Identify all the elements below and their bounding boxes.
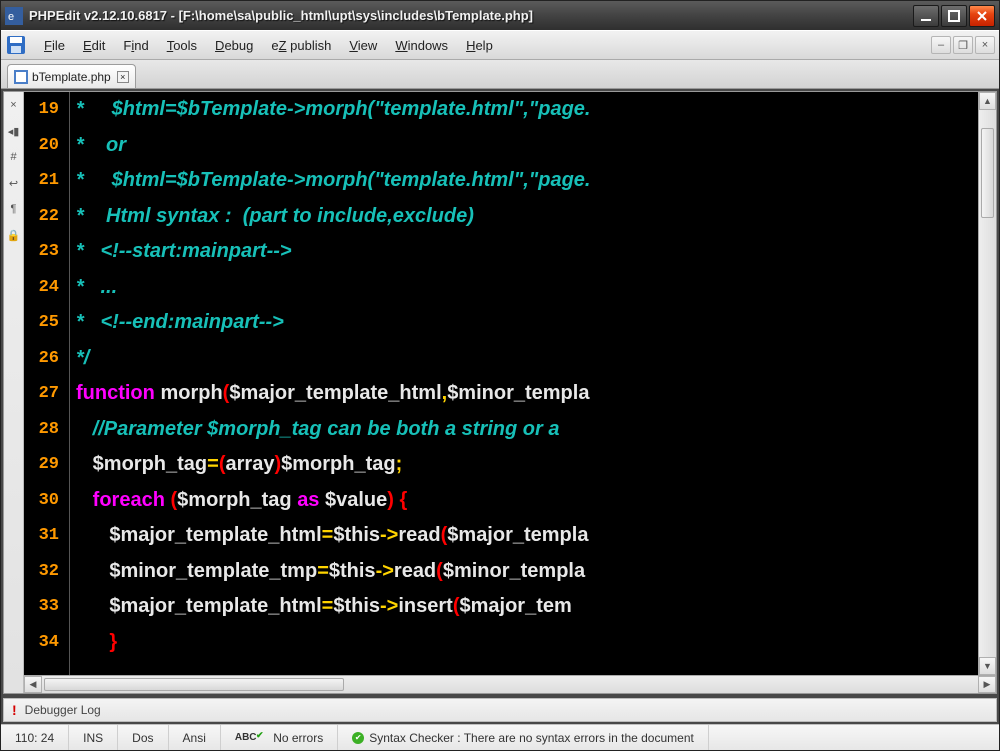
- status-insert-mode: INS: [69, 725, 118, 750]
- line-number: 22: [24, 199, 59, 235]
- strip-hash[interactable]: #: [7, 150, 21, 164]
- strip-bookmark[interactable]: ◂▮: [7, 124, 21, 138]
- strip-pilcrow[interactable]: ¶: [7, 202, 21, 216]
- scroll-down-icon[interactable]: ▼: [979, 657, 996, 675]
- line-number: 32: [24, 554, 59, 590]
- status-position: 110: 24: [1, 725, 69, 750]
- svg-text:e: e: [8, 11, 14, 23]
- titlebar[interactable]: e PHPEdit v2.12.10.6817 - [F:\home\sa\pu…: [1, 1, 999, 30]
- code-line[interactable]: * <!--end:mainpart-->: [76, 305, 978, 341]
- php-file-icon: [14, 70, 28, 84]
- minimize-button[interactable]: [913, 5, 939, 27]
- code-line[interactable]: * Html syntax : (part to include,exclude…: [76, 199, 978, 235]
- horizontal-scrollbar[interactable]: ◀ ▶: [24, 675, 996, 693]
- menu-file[interactable]: File: [35, 35, 74, 56]
- app-icon: e: [5, 7, 23, 25]
- menu-debug[interactable]: Debug: [206, 35, 262, 56]
- checkmark-icon: ✔: [352, 732, 364, 744]
- scroll-up-icon[interactable]: ▲: [979, 92, 996, 110]
- line-gutter: 19202122232425262728293031323334: [24, 92, 70, 675]
- code-line[interactable]: $major_template_html=$this->insert($majo…: [76, 589, 978, 625]
- code-wrapper: 19202122232425262728293031323334 * $html…: [24, 92, 996, 693]
- code-line[interactable]: * $html=$bTemplate->morph("template.html…: [76, 92, 978, 128]
- save-icon[interactable]: [5, 34, 27, 56]
- line-number: 27: [24, 376, 59, 412]
- mdi-controls: – ❐ ×: [931, 36, 995, 54]
- line-number: 19: [24, 92, 59, 128]
- debugger-label: Debugger Log: [25, 703, 101, 717]
- menu-windows[interactable]: Windows: [386, 35, 457, 56]
- code-line[interactable]: */: [76, 341, 978, 377]
- editor-left-strip: × ◂▮ # ↩ ¶ 🔒: [4, 92, 24, 693]
- editor-area: × ◂▮ # ↩ ¶ 🔒 192021222324252627282930313…: [3, 91, 997, 694]
- mdi-restore[interactable]: ❐: [953, 36, 973, 54]
- scroll-right-icon[interactable]: ▶: [978, 676, 996, 693]
- tab-label: bTemplate.php: [32, 70, 111, 84]
- line-number: 31: [24, 518, 59, 554]
- status-encoding: Ansi: [169, 725, 221, 750]
- code-line[interactable]: }: [76, 625, 978, 661]
- code-line[interactable]: $morph_tag=(array)$morph_tag;: [76, 447, 978, 483]
- line-number: 23: [24, 234, 59, 270]
- line-number: 30: [24, 483, 59, 519]
- code-line[interactable]: foreach ($morph_tag as $value) {: [76, 483, 978, 519]
- code-line[interactable]: * $html=$bTemplate->morph("template.html…: [76, 163, 978, 199]
- status-line-ending: Dos: [118, 725, 168, 750]
- code-line[interactable]: //Parameter $morph_tag can be both a str…: [76, 412, 978, 448]
- line-number: 33: [24, 589, 59, 625]
- maximize-button[interactable]: [941, 5, 967, 27]
- menu-find[interactable]: Find: [114, 35, 157, 56]
- code-line[interactable]: function morph($major_template_html,$min…: [76, 376, 978, 412]
- strip-wrap[interactable]: ↩: [7, 176, 21, 190]
- debugger-log-bar[interactable]: ! Debugger Log: [3, 698, 997, 722]
- mdi-minimize[interactable]: –: [931, 36, 951, 54]
- mdi-close[interactable]: ×: [975, 36, 995, 54]
- app-window: e PHPEdit v2.12.10.6817 - [F:\home\sa\pu…: [0, 0, 1000, 751]
- strip-lock-icon[interactable]: 🔒: [7, 228, 21, 242]
- line-number: 21: [24, 163, 59, 199]
- line-number: 29: [24, 447, 59, 483]
- tab-close-icon[interactable]: ×: [117, 71, 129, 83]
- status-spellcheck: ABC No errors: [221, 725, 338, 750]
- status-syntax: ✔Syntax Checker : There are no syntax er…: [338, 725, 709, 750]
- code-content[interactable]: * $html=$bTemplate->morph("template.html…: [70, 92, 978, 675]
- abc-check-icon: ABC: [235, 732, 257, 743]
- strip-close[interactable]: ×: [7, 98, 21, 112]
- code-line[interactable]: * ...: [76, 270, 978, 306]
- menu-tools[interactable]: Tools: [158, 35, 206, 56]
- scroll-thumb-v[interactable]: [981, 128, 994, 218]
- menu-edit[interactable]: Edit: [74, 35, 114, 56]
- line-number: 28: [24, 412, 59, 448]
- scroll-left-icon[interactable]: ◀: [24, 676, 42, 693]
- menu-bar: File Edit Find Tools Debug eZ publish Vi…: [1, 30, 999, 60]
- code-line[interactable]: $major_template_html=$this->read($major_…: [76, 518, 978, 554]
- close-button[interactable]: [969, 5, 995, 27]
- tab-bar: bTemplate.php ×: [1, 60, 999, 89]
- line-number: 26: [24, 341, 59, 377]
- code-viewport[interactable]: 19202122232425262728293031323334 * $html…: [24, 92, 996, 675]
- status-bar: 110: 24 INS Dos Ansi ABC No errors ✔Synt…: [1, 724, 999, 750]
- line-number: 24: [24, 270, 59, 306]
- tab-btemplate[interactable]: bTemplate.php ×: [7, 64, 136, 88]
- code-line[interactable]: * <!--start:mainpart-->: [76, 234, 978, 270]
- warning-icon: !: [12, 702, 17, 718]
- code-line[interactable]: $minor_template_tmp=$this->read($minor_t…: [76, 554, 978, 590]
- menu-help[interactable]: Help: [457, 35, 502, 56]
- code-line[interactable]: * or: [76, 128, 978, 164]
- scroll-thumb-h[interactable]: [44, 678, 344, 691]
- line-number: 25: [24, 305, 59, 341]
- line-number: 34: [24, 625, 59, 661]
- menu-view[interactable]: View: [340, 35, 386, 56]
- vertical-scrollbar[interactable]: ▲ ▼: [978, 92, 996, 675]
- window-controls: [913, 5, 995, 27]
- line-number: 20: [24, 128, 59, 164]
- window-title: PHPEdit v2.12.10.6817 - [F:\home\sa\publ…: [29, 8, 913, 23]
- menu-ez[interactable]: eZ publish: [262, 35, 340, 56]
